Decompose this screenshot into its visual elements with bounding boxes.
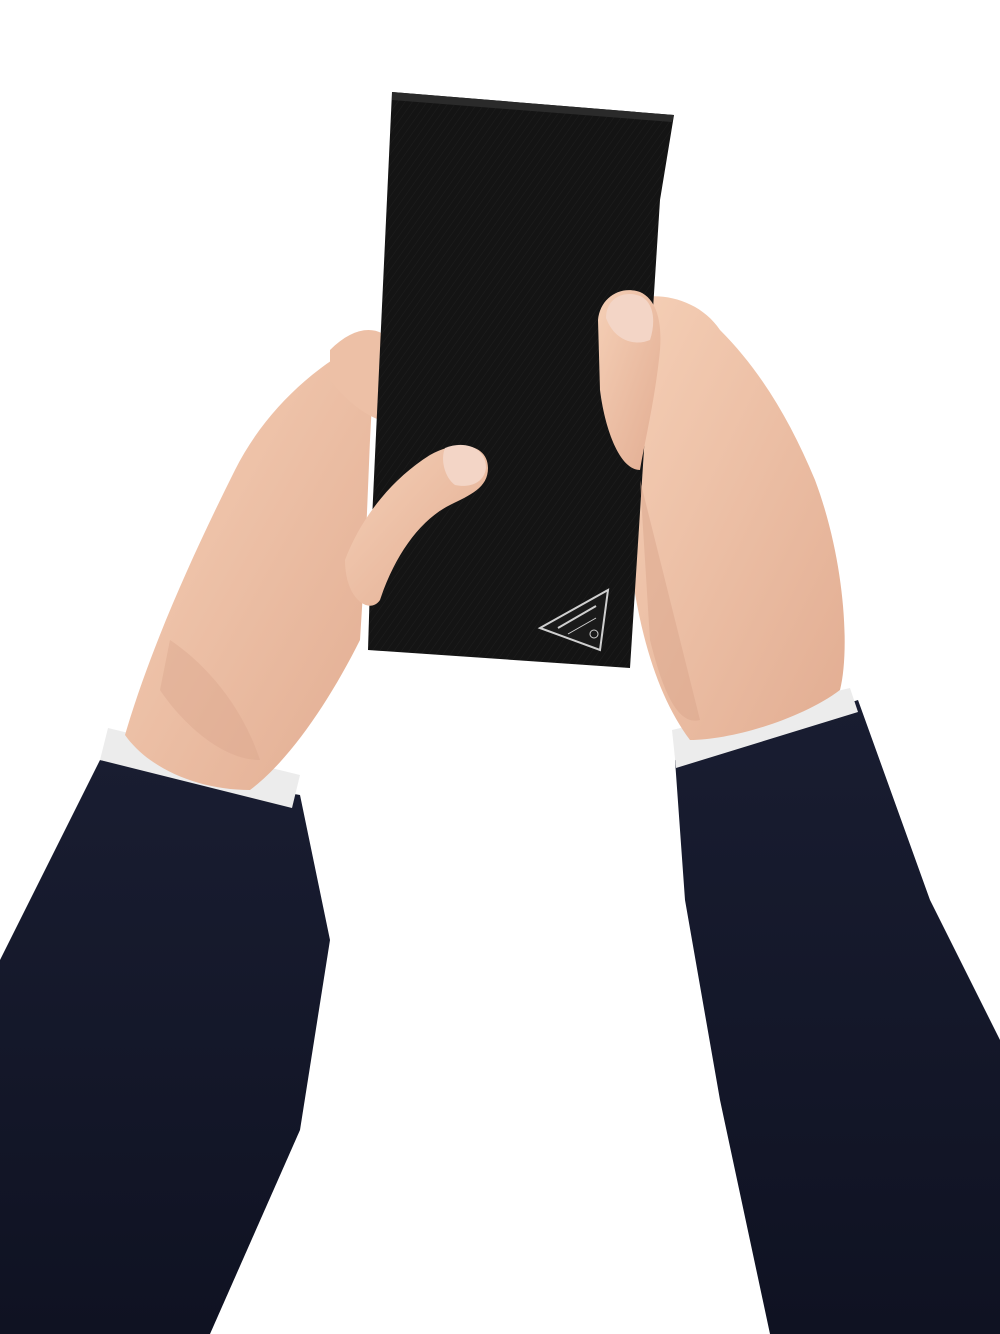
product-photo xyxy=(0,0,1000,1334)
photo-scene xyxy=(0,0,1000,1334)
